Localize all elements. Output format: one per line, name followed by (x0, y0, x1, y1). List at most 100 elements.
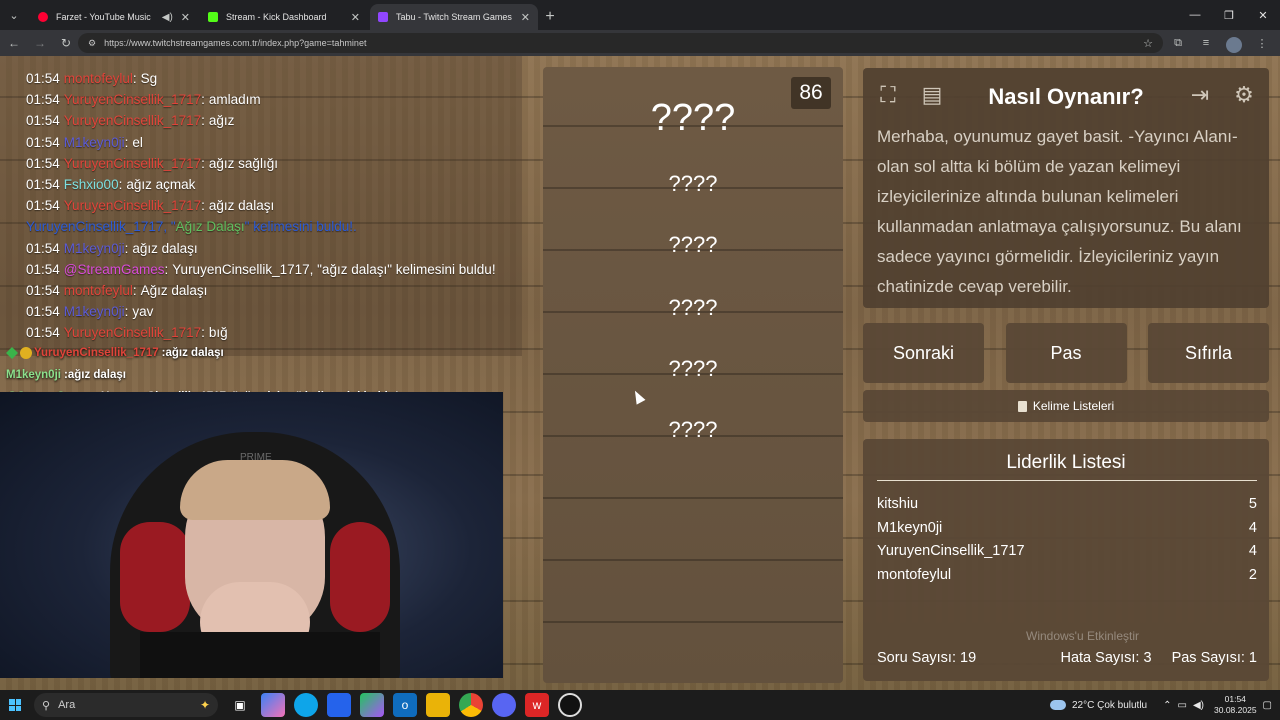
clock-time: 01:54 (1224, 694, 1246, 704)
task-view-icon[interactable]: ▣ (228, 693, 252, 717)
player-score: 4 (1248, 520, 1257, 536)
network-icon[interactable]: ▭ (1178, 700, 1187, 711)
logout-icon[interactable]: ⇥ (1183, 78, 1217, 112)
minimize-icon[interactable]: — (1178, 0, 1212, 30)
forbidden-word: ???? (668, 417, 718, 442)
speaker-icon[interactable]: ◀) (162, 12, 173, 23)
chat-message: 01:54 montofeylul: Ağız dalaşı (0, 280, 522, 301)
reset-button[interactable]: Sıfırla (1148, 323, 1269, 383)
message-username[interactable]: M1keyn0ji (64, 135, 125, 150)
streamer-shirt (140, 632, 380, 678)
stream-chat-username[interactable]: M1keyn0ji (6, 369, 61, 381)
message-text: Sg (140, 71, 158, 87)
windows-taskbar: ⚲ Ara ✦ ▣ o w 22°C Çok bulutlu ⌃ ▭ ◀) 01… (0, 690, 1280, 720)
settings-gear-icon[interactable]: ⚙ (1227, 78, 1261, 112)
pass-button[interactable]: Pas (1005, 323, 1127, 383)
copilot-icon[interactable] (261, 693, 285, 717)
chair-logo-text: PRIME (240, 452, 272, 463)
tab-search-icon[interactable]: ⌄ (0, 0, 28, 30)
message-username[interactable]: montofeylul (64, 71, 133, 86)
windows-activation-watermark: Windows'u Etkinleştir (1026, 629, 1139, 643)
close-icon[interactable]: ✕ (181, 11, 190, 24)
tab-tabu-games[interactable]: Tabu - Twitch Stream Games ✕ (370, 4, 538, 30)
site-info-icon[interactable]: ⚙ (88, 38, 96, 49)
close-icon[interactable]: ✕ (351, 11, 360, 24)
message-username[interactable]: YuruyenCinsellik_1717 (64, 113, 201, 128)
game-stats: Soru Sayısı: 19 Hata Sayısı: 3 Pas Sayıs… (877, 650, 1257, 666)
address-bar[interactable]: ⚙ https://www.twitchstreamgames.com.tr/i… (78, 33, 1163, 53)
message-text: ağız açmak (126, 177, 196, 193)
restore-icon[interactable]: ❐ (1212, 0, 1246, 30)
bookmark-star-icon[interactable]: ☆ (1143, 37, 1153, 50)
player-score: 2 (1248, 567, 1257, 583)
clock[interactable]: 01:54 30.08.2025 (1214, 694, 1257, 716)
kick-favicon-icon (208, 12, 218, 22)
next-button[interactable]: Sonraki (863, 323, 984, 383)
obs-icon[interactable] (558, 693, 582, 717)
colon-separator: : (201, 198, 205, 214)
message-username[interactable]: YuruyenCinsellik_1717 (64, 92, 201, 107)
message-username[interactable]: YuruyenCinsellik_1717 (64, 198, 201, 213)
message-text: ağız dalaşı (208, 198, 275, 214)
media-controls-icon[interactable]: ≡ (1194, 31, 1218, 55)
message-username[interactable]: M1keyn0ji (64, 304, 125, 319)
error-count: Hata Sayısı: 3 (1060, 650, 1152, 666)
message-username[interactable]: Fshxio00 (64, 177, 119, 192)
notification-icon[interactable]: ▢ (1263, 700, 1272, 711)
start-button[interactable] (0, 690, 30, 720)
taskbar-search[interactable]: ⚲ Ara ✦ (34, 693, 218, 717)
stream-chat-username[interactable]: YuruyenCinsellik_1717 (34, 347, 159, 359)
leaderboard-divider (877, 480, 1257, 481)
player-score: 4 (1248, 543, 1257, 559)
weather-widget[interactable]: 22°C Çok bulutlu (1049, 700, 1147, 711)
colon-separator: : (118, 177, 123, 193)
outlook-icon[interactable]: o (393, 693, 417, 717)
message-username[interactable]: YuruyenCinsellik_1717 (64, 325, 201, 340)
search-placeholder: Ara (58, 699, 76, 711)
tab-youtube-music[interactable]: Farzet - YouTube Music ◀) ✕ (30, 4, 198, 30)
stream-chat-text: ağız dalaşı (67, 369, 126, 381)
chat-message: 01:54 YuruyenCinsellik_1717: bığ (0, 322, 522, 343)
chrome-icon[interactable] (459, 693, 483, 717)
forbidden-word: ???? (668, 171, 718, 196)
message-time: 01:54 (26, 134, 60, 150)
file-explorer-icon[interactable] (426, 693, 450, 717)
close-icon[interactable]: ✕ (521, 11, 530, 24)
chat-badge-icon (20, 347, 32, 359)
chat-message: 01:54 YuruyenCinsellik_1717: ağız dalaşı (0, 195, 522, 216)
tab-label: Tabu - Twitch Stream Games (396, 12, 512, 22)
player-name: M1keyn0ji (877, 520, 943, 536)
game-chat-log: 01:54 montofeylul: Sg 01:54 YuruyenCinsellik… (0, 56, 522, 356)
chevron-up-icon[interactable]: ⌃ (1163, 700, 1171, 711)
profile-avatar[interactable] (1222, 31, 1246, 55)
new-tab-button[interactable]: + (538, 4, 562, 30)
message-time: 01:54 (26, 92, 60, 108)
reload-icon[interactable]: ↻ (54, 31, 78, 55)
back-icon[interactable]: ← (2, 31, 26, 55)
tab-kick-dashboard[interactable]: Stream - Kick Dashboard ✕ (200, 4, 368, 30)
close-window-icon[interactable]: ✕ (1246, 0, 1280, 30)
volume-icon[interactable]: ◀) (1193, 700, 1204, 711)
player-name: YuruyenCinsellik_1717 (877, 543, 1025, 559)
message-time: 01:54 (26, 155, 60, 171)
windows-logo-icon (9, 699, 21, 711)
question-count: Soru Sayısı: 19 (877, 650, 977, 666)
target-word: ???? (650, 97, 736, 139)
word-lists-button[interactable]: Kelime Listeleri (863, 390, 1269, 422)
message-username[interactable]: @StreamGames (64, 262, 165, 277)
forward-icon[interactable]: → (28, 31, 52, 55)
m365-icon[interactable] (360, 693, 384, 717)
message-username[interactable]: M1keyn0ji (64, 241, 125, 256)
more-menu-icon[interactable]: ⋮ (1250, 31, 1274, 55)
message-username[interactable]: YuruyenCinsellik_1717 (64, 156, 201, 171)
tab-label: Farzet - YouTube Music (56, 12, 151, 22)
search-highlight-icon: ✦ (199, 698, 210, 712)
system-tray: 22°C Çok bulutlu ⌃ ▭ ◀) 01:54 30.08.2025… (1049, 690, 1272, 720)
twitch-favicon-icon (378, 12, 388, 22)
winrar-icon[interactable]: w (525, 693, 549, 717)
message-username[interactable]: montofeylul (64, 283, 133, 298)
discord-icon[interactable] (492, 693, 516, 717)
extensions-icon[interactable]: ⧉ (1166, 31, 1190, 55)
store-icon[interactable] (327, 693, 351, 717)
edge-icon[interactable] (294, 693, 318, 717)
